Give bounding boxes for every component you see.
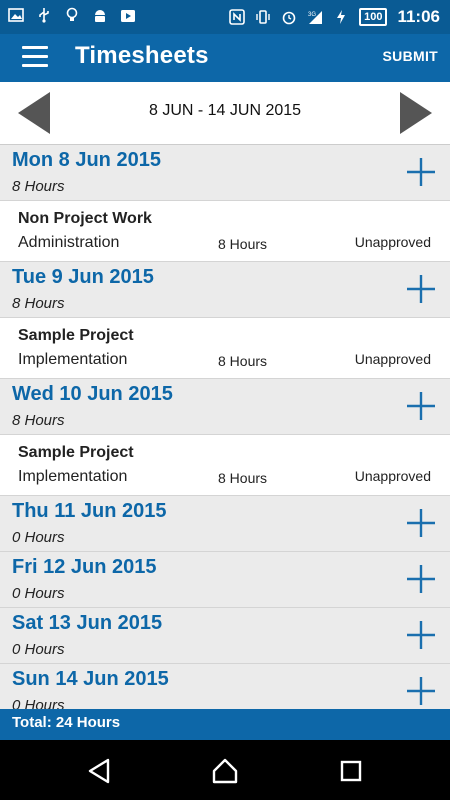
nfc-icon xyxy=(229,9,245,25)
status-bar: 3G 100 11:06 xyxy=(0,0,450,34)
play-store-icon xyxy=(121,10,135,22)
entry-project: Sample Project xyxy=(18,327,134,344)
day-header: Fri 12 Jun 2015 0 Hours xyxy=(0,552,450,608)
status-right-icons: 3G 100 11:06 xyxy=(229,7,440,27)
day-title: Sun 14 Jun 2015 xyxy=(12,668,169,690)
timesheet-entry[interactable]: Non Project Work Administration 8 Hours … xyxy=(0,201,450,262)
day-hours: 0 Hours xyxy=(12,641,65,658)
status-time: 11:06 xyxy=(397,7,440,26)
charging-icon xyxy=(337,10,346,24)
submit-button[interactable]: SUBMIT xyxy=(383,48,438,64)
day-title: Sat 13 Jun 2015 xyxy=(12,612,163,634)
signal-icon: 3G xyxy=(308,11,323,24)
system-nav-bar xyxy=(0,740,450,800)
recents-icon[interactable] xyxy=(336,756,366,786)
day-header: Wed 10 Jun 2015 8 Hours xyxy=(0,379,450,435)
status-left-icons xyxy=(8,7,136,23)
add-entry-icon[interactable] xyxy=(406,391,436,421)
app-bar: Timesheets SUBMIT xyxy=(0,34,450,82)
vibrate-icon xyxy=(256,10,270,24)
timesheet-entry[interactable]: Sample Project Implementation 8 Hours Un… xyxy=(0,435,450,496)
day-title: Thu 11 Jun 2015 xyxy=(12,500,167,522)
week-range-label: 8 JUN - 14 JUN 2015 xyxy=(148,102,302,119)
entry-project: Non Project Work xyxy=(18,210,152,227)
battery-indicator: 100 xyxy=(359,8,388,26)
entry-status: Unapproved xyxy=(354,468,431,484)
add-entry-icon[interactable] xyxy=(406,157,436,187)
android-icon xyxy=(95,10,105,22)
day-hours: 8 Hours xyxy=(12,178,65,195)
timesheet-entry[interactable]: Sample Project Implementation 8 Hours Un… xyxy=(0,318,450,379)
entry-project: Sample Project xyxy=(18,444,134,461)
alarm-icon xyxy=(282,11,296,25)
image-icon xyxy=(8,8,24,22)
svg-text:3G: 3G xyxy=(308,12,316,18)
add-entry-icon[interactable] xyxy=(406,564,436,594)
day-header: Sun 14 Jun 2015 0 Hours xyxy=(0,664,450,709)
home-icon[interactable] xyxy=(210,756,240,786)
next-week-icon[interactable] xyxy=(392,88,440,138)
day-hours: 8 Hours xyxy=(12,412,65,429)
entry-status: Unapproved xyxy=(354,351,431,367)
day-hours: 0 Hours xyxy=(12,585,65,602)
entry-task: Implementation xyxy=(18,351,128,368)
entry-hours: 8 Hours xyxy=(218,353,268,369)
add-entry-icon[interactable] xyxy=(406,676,436,706)
day-hours: 0 Hours xyxy=(12,697,65,709)
day-header: Sat 13 Jun 2015 0 Hours xyxy=(0,608,450,664)
back-icon[interactable] xyxy=(84,756,114,786)
add-entry-icon[interactable] xyxy=(406,274,436,304)
day-title: Wed 10 Jun 2015 xyxy=(12,383,173,405)
day-title: Fri 12 Jun 2015 xyxy=(12,556,157,578)
usb-icon xyxy=(39,8,49,23)
day-header: Thu 11 Jun 2015 0 Hours xyxy=(0,496,450,552)
day-title: Mon 8 Jun 2015 xyxy=(12,149,161,171)
day-hours: 8 Hours xyxy=(12,295,65,312)
add-entry-icon[interactable] xyxy=(406,620,436,650)
add-entry-icon[interactable] xyxy=(406,508,436,538)
entry-hours: 8 Hours xyxy=(218,236,268,252)
entry-task: Implementation xyxy=(18,468,128,485)
entry-hours: 8 Hours xyxy=(218,470,268,486)
week-navigator: 8 JUN - 14 JUN 2015 xyxy=(0,82,450,145)
entry-status: Unapproved xyxy=(354,234,431,250)
bulb-icon xyxy=(66,7,78,21)
day-title: Tue 9 Jun 2015 xyxy=(12,266,154,288)
day-header: Mon 8 Jun 2015 8 Hours xyxy=(0,145,450,201)
page-title: Timesheets xyxy=(75,42,209,69)
total-bar: Total: 24 Hours xyxy=(0,709,450,740)
day-hours: 0 Hours xyxy=(12,529,65,546)
entry-task: Administration xyxy=(18,234,120,251)
menu-icon[interactable] xyxy=(22,46,48,68)
day-list: Mon 8 Jun 2015 8 Hours Non Project Work … xyxy=(0,145,450,709)
day-header: Tue 9 Jun 2015 8 Hours xyxy=(0,262,450,318)
total-hours-label: Total: 24 Hours xyxy=(12,714,121,731)
